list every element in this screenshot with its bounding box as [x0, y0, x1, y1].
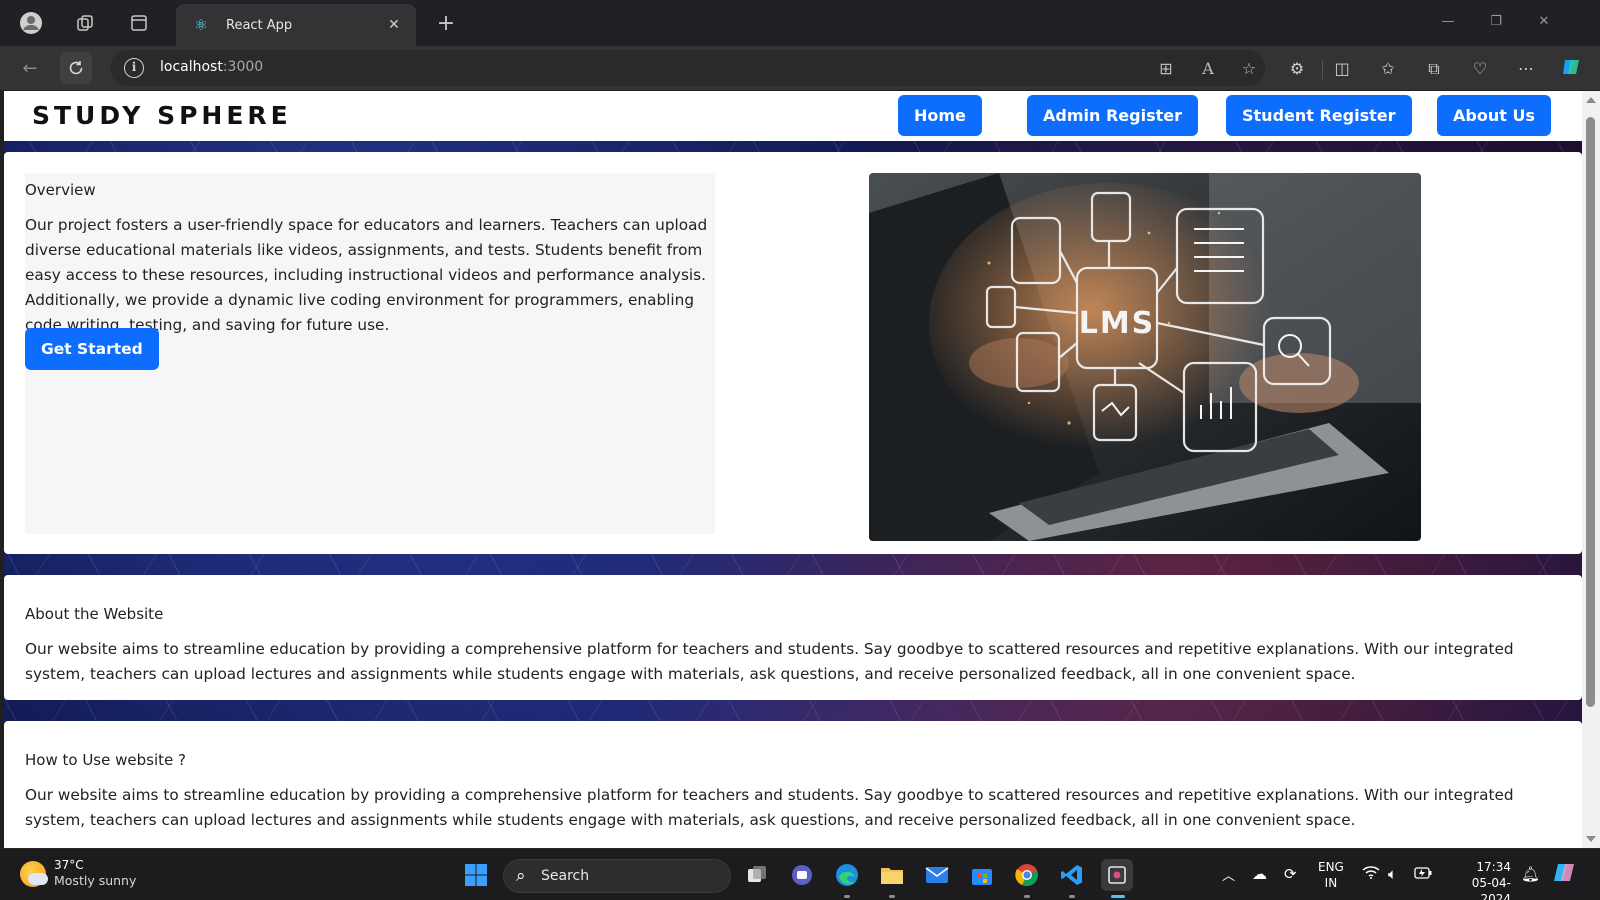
- language-code: ENG: [1318, 860, 1344, 874]
- nav-admin-register-button[interactable]: Admin Register: [1027, 95, 1198, 136]
- clock-time: 17:34: [1476, 860, 1511, 874]
- read-aloud-icon[interactable]: A: [1197, 58, 1219, 80]
- taskbar-search-label: Search: [541, 868, 590, 884]
- active-tab[interactable]: ⚛ React App ✕: [176, 4, 416, 46]
- site-brand[interactable]: STUDY SPHERE: [32, 101, 292, 130]
- mail-icon[interactable]: [921, 859, 953, 891]
- notification-bell-icon[interactable]: 🔔︎: [1521, 865, 1540, 883]
- howto-text: Our website aims to streamline education…: [25, 786, 1514, 829]
- task-view-icon[interactable]: [741, 859, 773, 891]
- split-screen-icon[interactable]: ◫: [1329, 56, 1355, 82]
- onedrive-icon[interactable]: ☁: [1252, 865, 1267, 883]
- page-scrollbar[interactable]: [1582, 91, 1600, 848]
- search-icon: ⌕: [516, 866, 526, 886]
- more-options-icon[interactable]: ⋯: [1513, 56, 1539, 82]
- howto-heading: How to Use website ?: [25, 751, 186, 769]
- show-hidden-icons[interactable]: ︿: [1222, 865, 1235, 884]
- browser-tab-bar: ⚛ React App ✕ + — ❐ ✕: [0, 0, 1600, 46]
- toolbar-divider: [1322, 61, 1323, 79]
- weather-description: Mostly sunny: [54, 873, 137, 888]
- back-icon[interactable]: ←: [14, 52, 46, 84]
- explorer-running-indicator: [889, 895, 895, 898]
- nav-student-register-button[interactable]: Student Register: [1226, 95, 1412, 136]
- favorite-star-icon[interactable]: ☆: [1238, 58, 1260, 80]
- sync-icon[interactable]: ⟳: [1284, 865, 1297, 883]
- hero-image: LMS: [869, 173, 1421, 541]
- overview-card: Overview Our project fosters a user-frie…: [4, 152, 1582, 554]
- windows-taskbar: 37°C Mostly sunny ⌕ Search ︿ ☁ ⟳ ENG IN …: [0, 848, 1600, 900]
- language-indicator[interactable]: ENG IN: [1318, 859, 1344, 891]
- close-window-icon[interactable]: ✕: [1524, 10, 1564, 34]
- edge-browser-icon[interactable]: [831, 859, 863, 891]
- file-explorer-icon[interactable]: [876, 859, 908, 891]
- nav-about-us-button[interactable]: About Us: [1437, 95, 1551, 136]
- taskbar-search[interactable]: ⌕ Search: [503, 859, 731, 893]
- snipping-active-indicator: [1111, 895, 1125, 898]
- vscode-icon[interactable]: [1056, 859, 1088, 891]
- about-text: Our website aims to streamline education…: [25, 640, 1514, 683]
- hero-lms-label: LMS: [1079, 306, 1156, 341]
- profile-icon[interactable]: [17, 9, 45, 37]
- weather-widget[interactable]: 37°C Mostly sunny: [20, 858, 136, 889]
- extensions-icon[interactable]: ⚙: [1284, 56, 1310, 82]
- nav-home-button[interactable]: Home: [898, 95, 982, 136]
- site-navbar: STUDY SPHERE Home Admin Register Student…: [4, 91, 1582, 141]
- get-started-button[interactable]: Get Started: [25, 328, 159, 370]
- volume-icon[interactable]: 🔈︎: [1388, 865, 1397, 883]
- overview-panel: Overview Our project fosters a user-frie…: [25, 173, 715, 534]
- edge-running-indicator: [844, 895, 850, 898]
- language-region: IN: [1324, 876, 1338, 890]
- scroll-thumb[interactable]: [1586, 117, 1595, 707]
- url-bar[interactable]: i localhost:3000 ⊞ A ☆: [110, 50, 1265, 86]
- copilot-icon[interactable]: [1559, 56, 1585, 82]
- tab-title: React App: [226, 17, 293, 33]
- url-text[interactable]: localhost:3000: [160, 59, 263, 75]
- vscode-running-indicator: [1069, 895, 1075, 898]
- minimize-icon[interactable]: —: [1428, 10, 1468, 34]
- scroll-down-icon[interactable]: [1586, 836, 1596, 842]
- clock-date: 05-04-2024: [1471, 876, 1511, 900]
- address-toolbar: ← i localhost:3000 ⊞ A ☆ ⚙ ◫ ✩ ⧉ ♡ ⋯: [0, 46, 1600, 90]
- weather-temperature: 37°C: [54, 858, 84, 872]
- chrome-icon[interactable]: [1011, 859, 1043, 891]
- scroll-up-icon[interactable]: [1586, 97, 1596, 103]
- start-windows-icon[interactable]: [460, 859, 492, 891]
- app-available-icon[interactable]: ⊞: [1155, 58, 1177, 80]
- page-viewport: STUDY SPHERE Home Admin Register Student…: [4, 91, 1582, 848]
- teams-chat-icon[interactable]: [786, 859, 818, 891]
- tab-actions-icon[interactable]: [125, 9, 153, 37]
- collections-icon[interactable]: ⧉: [1421, 56, 1447, 82]
- site-info-icon[interactable]: i: [124, 58, 144, 78]
- workspaces-icon[interactable]: [71, 9, 99, 37]
- url-port: :3000: [222, 59, 264, 75]
- how-to-use-card: How to Use website ? Our website aims to…: [4, 721, 1582, 848]
- chrome-running-indicator: [1024, 895, 1030, 898]
- overview-text: Our project fosters a user-friendly spac…: [25, 216, 708, 334]
- refresh-icon[interactable]: [60, 52, 92, 84]
- restore-icon[interactable]: ❐: [1476, 10, 1516, 34]
- about-heading: About the Website: [25, 605, 164, 623]
- wifi-icon[interactable]: [1362, 865, 1380, 883]
- new-tab-icon[interactable]: +: [432, 9, 460, 37]
- clock[interactable]: 17:34 05-04-2024: [1447, 859, 1511, 900]
- overview-heading: Overview: [25, 181, 96, 199]
- tab-close-icon[interactable]: ✕: [384, 17, 404, 33]
- microsoft-store-icon[interactable]: [966, 859, 998, 891]
- snipping-tool-icon[interactable]: [1101, 859, 1133, 891]
- favorites-icon[interactable]: ✩: [1375, 56, 1401, 82]
- copilot-taskbar-icon[interactable]: [1553, 861, 1579, 889]
- about-website-card: About the Website Our website aims to st…: [4, 575, 1582, 700]
- browser-essentials-icon[interactable]: ♡: [1467, 56, 1493, 82]
- react-logo-icon: ⚛: [194, 16, 208, 34]
- sunny-weather-icon: [20, 860, 48, 887]
- url-host: localhost: [160, 59, 223, 75]
- battery-icon[interactable]: [1414, 865, 1432, 883]
